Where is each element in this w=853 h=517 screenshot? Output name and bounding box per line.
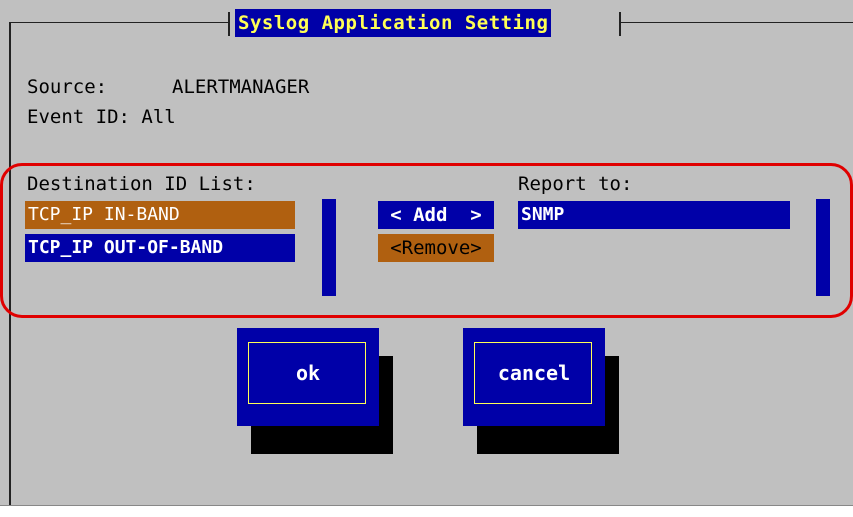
destination-item-tcp-ip-out-of-band[interactable]: TCP_IP OUT-OF-BAND — [25, 234, 295, 262]
destination-item-tcp-ip-in-band[interactable]: TCP_IP IN-BAND — [25, 201, 295, 229]
dialog-title: Syslog Application Setting — [235, 9, 552, 37]
cancel-button[interactable]: cancel — [463, 328, 619, 454]
remove-button[interactable]: <Remove> — [378, 234, 494, 262]
syslog-setting-dialog: Syslog Application Setting Source: ALERT… — [0, 0, 853, 505]
cancel-button-label: cancel — [497, 361, 571, 385]
source-value: ALERTMANAGER — [172, 76, 310, 98]
destination-list-scrollbar[interactable] — [322, 199, 336, 296]
source-label: Source: — [27, 76, 108, 98]
frame-title-tick-right — [619, 12, 621, 36]
report-to-header: Report to: — [518, 173, 633, 195]
destination-list-header: Destination ID List: — [27, 173, 256, 195]
frame-top-border-right — [621, 22, 853, 23]
ok-button[interactable]: ok — [237, 328, 393, 454]
event-id-text: Event ID: All — [27, 106, 176, 128]
frame-left-border — [9, 22, 11, 505]
ok-button-label: ok — [295, 361, 321, 385]
add-button[interactable]: < Add > — [378, 201, 494, 229]
frame-top-border-left — [9, 22, 230, 23]
frame-title-tick-left — [228, 12, 230, 36]
bottom-divider — [0, 505, 853, 506]
report-item-snmp[interactable]: SNMP — [518, 201, 790, 229]
report-list-scrollbar[interactable] — [816, 199, 830, 296]
